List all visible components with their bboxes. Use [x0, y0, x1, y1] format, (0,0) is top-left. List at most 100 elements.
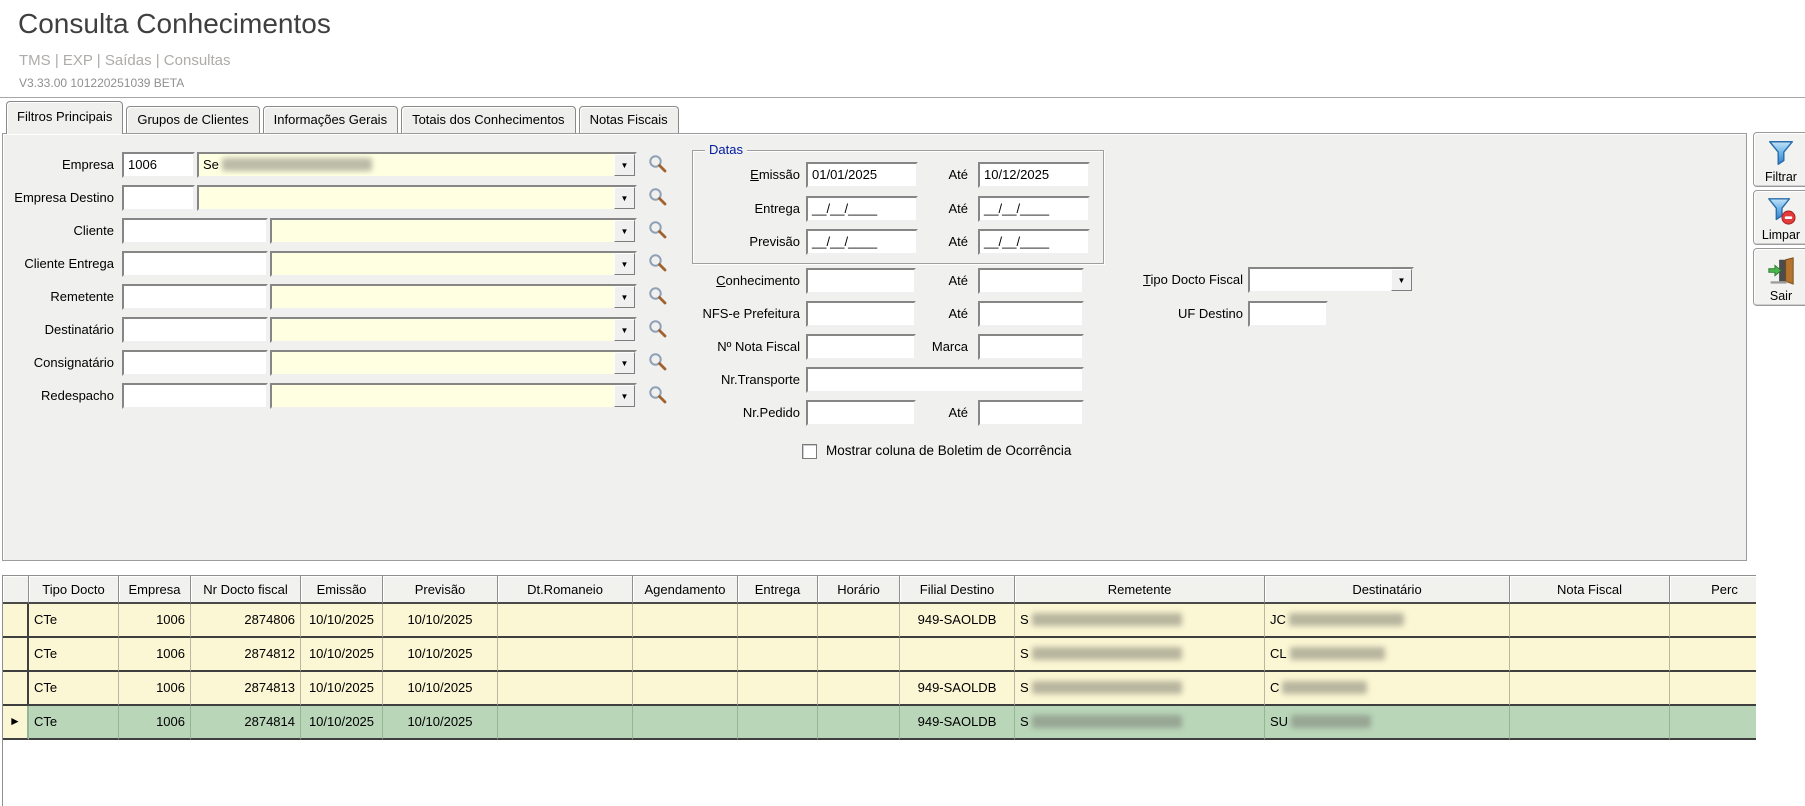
cell-emiss-o: 10/10/2025	[301, 706, 383, 740]
cell-perc	[1670, 604, 1756, 638]
cell-filial-destino: 949-SAOLDB	[900, 706, 1015, 740]
consignat-rio-code-input[interactable]	[122, 350, 268, 376]
tab-notas-fiscais[interactable]: Notas Fiscais	[578, 106, 679, 133]
search-icon[interactable]	[647, 219, 671, 243]
chevron-down-icon[interactable]: ▼	[614, 220, 635, 242]
redespacho-combo[interactable]: ▼	[270, 383, 637, 409]
table-row[interactable]: CTe 1006 2874806 10/10/2025 10/10/2025 949-SA…	[3, 604, 1756, 638]
cell-dt-romaneio	[498, 672, 633, 706]
blurred-text	[1031, 613, 1182, 626]
column-header-remetente[interactable]: Remetente	[1015, 576, 1265, 604]
nr-pedido-at-label: Até	[948, 405, 968, 420]
tab-grupos-de-clientes[interactable]: Grupos de Clientes	[126, 106, 260, 133]
tab-filtros-principais[interactable]: Filtros Principais	[6, 101, 124, 134]
previs-o-to-input[interactable]: __/__/____	[978, 229, 1090, 255]
search-icon[interactable]	[647, 186, 671, 210]
nfs-e-prefeitura-at-label: Até	[948, 306, 968, 321]
remetente-combo[interactable]: ▼	[270, 284, 637, 310]
filter-clear-icon	[1766, 194, 1796, 228]
n-nota-fiscal-to-input[interactable]	[978, 334, 1084, 360]
cell-entrega	[738, 604, 818, 638]
column-header-tipo-docto[interactable]: Tipo Docto	[29, 576, 119, 604]
destinat-rio-code-input[interactable]	[122, 317, 268, 343]
boletim-ocorrencia-checkbox-label: Mostrar coluna de Boletim de Ocorrência	[826, 443, 1072, 458]
search-icon[interactable]	[647, 153, 671, 177]
destinat-rio-label: Destinatário	[44, 322, 114, 337]
entrega-from-input[interactable]: __/__/____	[806, 196, 918, 222]
column-header-destinat-rio[interactable]: Destinatário	[1265, 576, 1510, 604]
empresa-combo[interactable]: Se ▼	[197, 152, 637, 178]
cell-dt-romaneio	[498, 604, 633, 638]
column-header-nota-fiscal[interactable]: Nota Fiscal	[1510, 576, 1670, 604]
column-header-emiss-o[interactable]: Emissão	[301, 576, 383, 604]
filtrar-button[interactable]: Filtrar	[1753, 132, 1805, 187]
grid-corner-cell	[3, 576, 29, 604]
cell-agendamento	[633, 672, 738, 706]
entrega-label: Entrega	[754, 201, 800, 216]
consignat-rio-combo[interactable]: ▼	[270, 350, 637, 376]
destinat-rio-combo[interactable]: ▼	[270, 317, 637, 343]
emiss-o-to-input[interactable]: 10/12/2025	[978, 162, 1090, 188]
column-header-agendamento[interactable]: Agendamento	[633, 576, 738, 604]
conhecimento-label: Conhecimento	[716, 273, 800, 288]
cell-emiss-o: 10/10/2025	[301, 638, 383, 672]
empresa-code-input[interactable]: 1006	[122, 152, 195, 178]
empresa-destino-combo[interactable]: ▼	[197, 185, 637, 211]
tipo-docto-fiscal-combo[interactable]: ▼	[1248, 267, 1414, 293]
cell-tipo-docto: CTe	[29, 638, 119, 672]
chevron-down-icon[interactable]: ▼	[614, 286, 635, 308]
chevron-down-icon[interactable]: ▼	[1391, 269, 1412, 291]
tab-informa-es-gerais[interactable]: Informações Gerais	[262, 106, 399, 133]
sair-button[interactable]: Sair	[1753, 248, 1805, 306]
cell-entrega	[738, 672, 818, 706]
uf-destino-input[interactable]	[1248, 301, 1328, 327]
redespacho-label: Redespacho	[41, 388, 114, 403]
entrega-to-input[interactable]: __/__/____	[978, 196, 1090, 222]
remetente-code-input[interactable]	[122, 284, 268, 310]
column-header-hor-rio[interactable]: Horário	[818, 576, 900, 604]
column-header-nr-docto-fiscal[interactable]: Nr Docto fiscal	[191, 576, 301, 604]
redespacho-code-input[interactable]	[122, 383, 268, 409]
results-grid: Tipo Docto Empresa Nr Docto fiscal Emissão P…	[2, 575, 1756, 806]
table-row[interactable]: CTe 1006 2874812 10/10/2025 10/10/2025 S CL	[3, 638, 1756, 672]
previs-o-from-input[interactable]: __/__/____	[806, 229, 918, 255]
emiss-o-from-input[interactable]: 01/01/2025	[806, 162, 918, 188]
cell-hor-rio	[818, 706, 900, 740]
empresa-destino-code-input[interactable]	[122, 185, 195, 211]
cliente-entrega-combo[interactable]: ▼	[270, 251, 637, 277]
blurred-text	[1282, 681, 1368, 694]
cliente-combo[interactable]: ▼	[270, 218, 637, 244]
tab-totais-dos-conhecimentos[interactable]: Totais dos Conhecimentos	[401, 106, 576, 133]
grid-header-row: Tipo Docto Empresa Nr Docto fiscal Emissão P…	[3, 576, 1756, 604]
limpar-button[interactable]: Limpar	[1753, 190, 1805, 245]
chevron-down-icon[interactable]: ▼	[614, 154, 635, 176]
nfs-e-prefeitura-to-input[interactable]	[978, 301, 1084, 327]
chevron-down-icon[interactable]: ▼	[614, 385, 635, 407]
row-gutter-cell	[3, 604, 29, 638]
cliente-entrega-code-input[interactable]	[122, 251, 268, 277]
chevron-down-icon[interactable]: ▼	[614, 319, 635, 341]
conhecimento-to-input[interactable]	[978, 268, 1084, 294]
column-header-filial-destino[interactable]: Filial Destino	[900, 576, 1015, 604]
empresa-label: Empresa	[61, 157, 114, 172]
nr-pedido-to-input[interactable]	[978, 400, 1084, 426]
column-header-perc[interactable]: Perc	[1670, 576, 1756, 604]
chevron-down-icon[interactable]: ▼	[614, 187, 635, 209]
filtrar-button-label: Filtrar	[1765, 170, 1797, 184]
cliente-code-input[interactable]	[122, 218, 268, 244]
column-header-previs-o[interactable]: Previsão	[383, 576, 498, 604]
table-row[interactable]: ► CTe 1006 2874814 10/10/2025 10/10/2025 949-S…	[3, 706, 1756, 740]
column-header-entrega[interactable]: Entrega	[738, 576, 818, 604]
chevron-down-icon[interactable]: ▼	[614, 352, 635, 374]
cell-destinat-rio: JC	[1265, 604, 1510, 638]
n-nota-fiscal-label: Nº Nota Fiscal	[717, 339, 800, 354]
column-header-dt-romaneio[interactable]: Dt.Romaneio	[498, 576, 633, 604]
chevron-down-icon[interactable]: ▼	[614, 253, 635, 275]
table-row[interactable]: CTe 1006 2874813 10/10/2025 10/10/2025 949-SA…	[3, 672, 1756, 706]
nr-transporte-input[interactable]	[806, 367, 1084, 393]
conhecimento-at-label: Até	[948, 273, 968, 288]
boletim-ocorrencia-checkbox[interactable]	[802, 444, 817, 459]
consignat-rio-label: Consignatário	[33, 355, 114, 370]
cell-agendamento	[633, 604, 738, 638]
column-header-empresa[interactable]: Empresa	[119, 576, 191, 604]
